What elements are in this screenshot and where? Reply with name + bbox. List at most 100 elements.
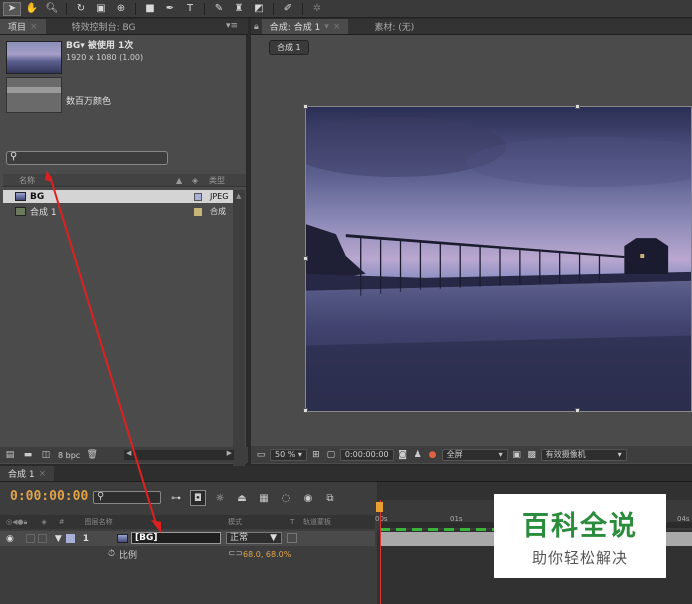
- graph-editor-icon[interactable]: ◉: [300, 490, 316, 506]
- scroll-left-icon[interactable]: ◀: [126, 449, 131, 457]
- auto-keyframe-icon[interactable]: ⧉: [322, 490, 338, 506]
- draft-3d-icon[interactable]: ◘: [190, 490, 206, 506]
- transform-handle[interactable]: [303, 256, 308, 261]
- composition-panel-tabs: 🔒︎ 合成: 合成 1 ▾ × 素材: (无): [251, 19, 692, 35]
- label-color-swatch[interactable]: [194, 207, 202, 216]
- asset-thumbnail: [6, 41, 62, 74]
- snapshot-icon[interactable]: ◙: [397, 449, 409, 461]
- magnification-dropdown[interactable]: 50 % ▾: [270, 448, 307, 461]
- project-search-input[interactable]: ⚲: [6, 151, 168, 165]
- hide-shy-layers-icon[interactable]: ☼: [212, 490, 228, 506]
- preserve-transparency-toggle[interactable]: [287, 533, 297, 543]
- project-horizontal-scrollbar[interactable]: ◀ ▶: [124, 449, 234, 460]
- column-layer-name: 图层名称: [84, 518, 113, 526]
- pen-tool-icon[interactable]: ✒: [161, 2, 179, 16]
- current-time-indicator[interactable]: [380, 500, 381, 604]
- new-composition-icon[interactable]: ◫: [40, 449, 52, 461]
- tab-composition-label: 合成: 合成 1: [269, 23, 321, 33]
- comp-mini-flowchart-icon[interactable]: ⊶: [168, 490, 184, 506]
- color-channel-icon[interactable]: ●: [427, 449, 439, 461]
- blend-mode-dropdown[interactable]: 正常 ▼: [226, 532, 282, 544]
- resolution-dropdown[interactable]: 全屏 ▾: [441, 448, 508, 461]
- close-icon[interactable]: ×: [333, 22, 341, 32]
- close-icon[interactable]: ×: [39, 469, 47, 479]
- toolbar-divider: [204, 2, 205, 15]
- safe-margins-icon[interactable]: ⊞: [310, 449, 322, 461]
- eraser-tool-icon[interactable]: ◩: [250, 2, 268, 16]
- type-tool-icon[interactable]: T: [181, 2, 199, 16]
- show-snapshot-icon[interactable]: ♟: [412, 449, 424, 461]
- sort-up-icon[interactable]: ▲: [176, 176, 182, 185]
- project-scrollbar[interactable]: ▲▼: [233, 190, 245, 466]
- layer-label-swatch[interactable]: [65, 534, 75, 543]
- expand-triangle-icon[interactable]: ▼: [55, 534, 62, 544]
- transform-handle[interactable]: [575, 408, 580, 413]
- scroll-up-icon[interactable]: ▲: [236, 192, 241, 200]
- toolbar-divider: [273, 2, 274, 15]
- always-preview-icon[interactable]: ▭: [255, 449, 267, 461]
- tab-footage-label: 素材: (无): [374, 23, 415, 33]
- panel-menu-icon[interactable]: ▾≡: [226, 21, 238, 31]
- timeline-layer-row[interactable]: ◉ ▼ 1 [BG] 正常 ▼: [0, 531, 375, 546]
- timeline-current-time[interactable]: 0:00:00:00: [10, 489, 88, 504]
- new-folder-icon[interactable]: ▬: [22, 449, 34, 461]
- tab-effect-controls[interactable]: 特效控制台: BG: [64, 19, 144, 34]
- current-time-field[interactable]: 0:00:00:00: [339, 448, 394, 461]
- selection-tool-icon[interactable]: ➤: [3, 1, 21, 16]
- constrain-proportions-icon[interactable]: ⊂⊃: [228, 549, 243, 559]
- close-icon[interactable]: ×: [30, 22, 38, 32]
- lock-toggle[interactable]: [37, 534, 47, 543]
- camera-view-dropdown[interactable]: 有效摄像机 ▾: [540, 448, 627, 461]
- roto-brush-tool-icon[interactable]: ✐: [279, 2, 297, 16]
- rectangle-tool-icon[interactable]: ■: [141, 2, 159, 16]
- lock-icon[interactable]: 🔒︎: [251, 19, 262, 34]
- label-tag-icon[interactable]: ◈: [192, 176, 198, 185]
- project-item-name: BG: [30, 191, 45, 202]
- puppet-tool-icon[interactable]: ✲: [308, 2, 326, 16]
- zoom-level: 50 %: [275, 450, 296, 459]
- current-time-indicator-handle[interactable]: [376, 502, 383, 512]
- transform-handle[interactable]: [303, 408, 308, 413]
- project-item-type: JPEG: [210, 192, 229, 201]
- clone-stamp-tool-icon[interactable]: ♜: [230, 2, 248, 16]
- watermark-title: 百科全说: [522, 511, 638, 542]
- tab-footage[interactable]: 素材: (无): [366, 19, 422, 34]
- column-name-header[interactable]: 名称: [19, 175, 35, 186]
- transform-handle[interactable]: [575, 104, 580, 109]
- composition-breadcrumb[interactable]: 合成 1: [269, 40, 309, 55]
- zoom-tool-icon[interactable]: 🔍︎: [43, 2, 61, 16]
- pan-behind-tool-icon[interactable]: ⊕: [112, 2, 130, 16]
- column-type-header[interactable]: 类型: [209, 175, 225, 186]
- timeline-search-input[interactable]: ⚲: [93, 491, 161, 504]
- tab-timeline-comp[interactable]: 合成 1 ×: [0, 466, 55, 481]
- project-item-bg[interactable]: BG JPEG: [3, 190, 233, 203]
- transform-handle[interactable]: [303, 104, 308, 109]
- dropdown-icon[interactable]: ▾: [324, 22, 329, 32]
- mask-visibility-icon[interactable]: ▢: [325, 449, 337, 461]
- property-value[interactable]: 68.0, 68.0%: [243, 550, 291, 559]
- interpret-footage-icon[interactable]: ▤: [4, 449, 16, 461]
- stopwatch-icon[interactable]: ⏱: [108, 549, 115, 559]
- bit-depth-button[interactable]: 8 bpc: [58, 451, 80, 460]
- timeline-column-header: ◎◀●🔒︎ ◈ # 图层名称 模式 T 轨道蒙板: [0, 515, 375, 529]
- rotate-tool-icon[interactable]: ↻: [72, 2, 90, 16]
- transparency-grid-icon[interactable]: ▩: [526, 449, 538, 461]
- hand-tool-icon[interactable]: ✋: [23, 2, 41, 16]
- label-color-swatch[interactable]: [194, 192, 202, 201]
- tab-composition[interactable]: 合成: 合成 1 ▾ ×: [261, 19, 349, 34]
- visibility-eye-icon[interactable]: ◉: [6, 534, 14, 544]
- layer-name-field[interactable]: [BG]: [131, 532, 221, 544]
- scroll-right-icon[interactable]: ▶: [227, 449, 232, 457]
- frame-blending-icon[interactable]: ⏏: [234, 490, 250, 506]
- region-of-interest-icon[interactable]: ▣: [511, 449, 523, 461]
- composition-viewer[interactable]: [305, 106, 692, 412]
- brainstorm-icon[interactable]: ◌: [278, 490, 294, 506]
- trash-icon[interactable]: 🗑︎: [86, 449, 98, 461]
- tab-project[interactable]: 项目 ×: [0, 19, 46, 34]
- project-item-comp[interactable]: 合成 1 合成: [3, 205, 233, 218]
- timeline-property-row[interactable]: ⏱ 比例 ⊂⊃ 68.0, 68.0%: [0, 547, 375, 561]
- brush-tool-icon[interactable]: ✎: [210, 2, 228, 16]
- motion-blur-icon[interactable]: ▦: [256, 490, 272, 506]
- camera-tool-icon[interactable]: ▣: [92, 2, 110, 16]
- solo-toggle[interactable]: [25, 534, 35, 543]
